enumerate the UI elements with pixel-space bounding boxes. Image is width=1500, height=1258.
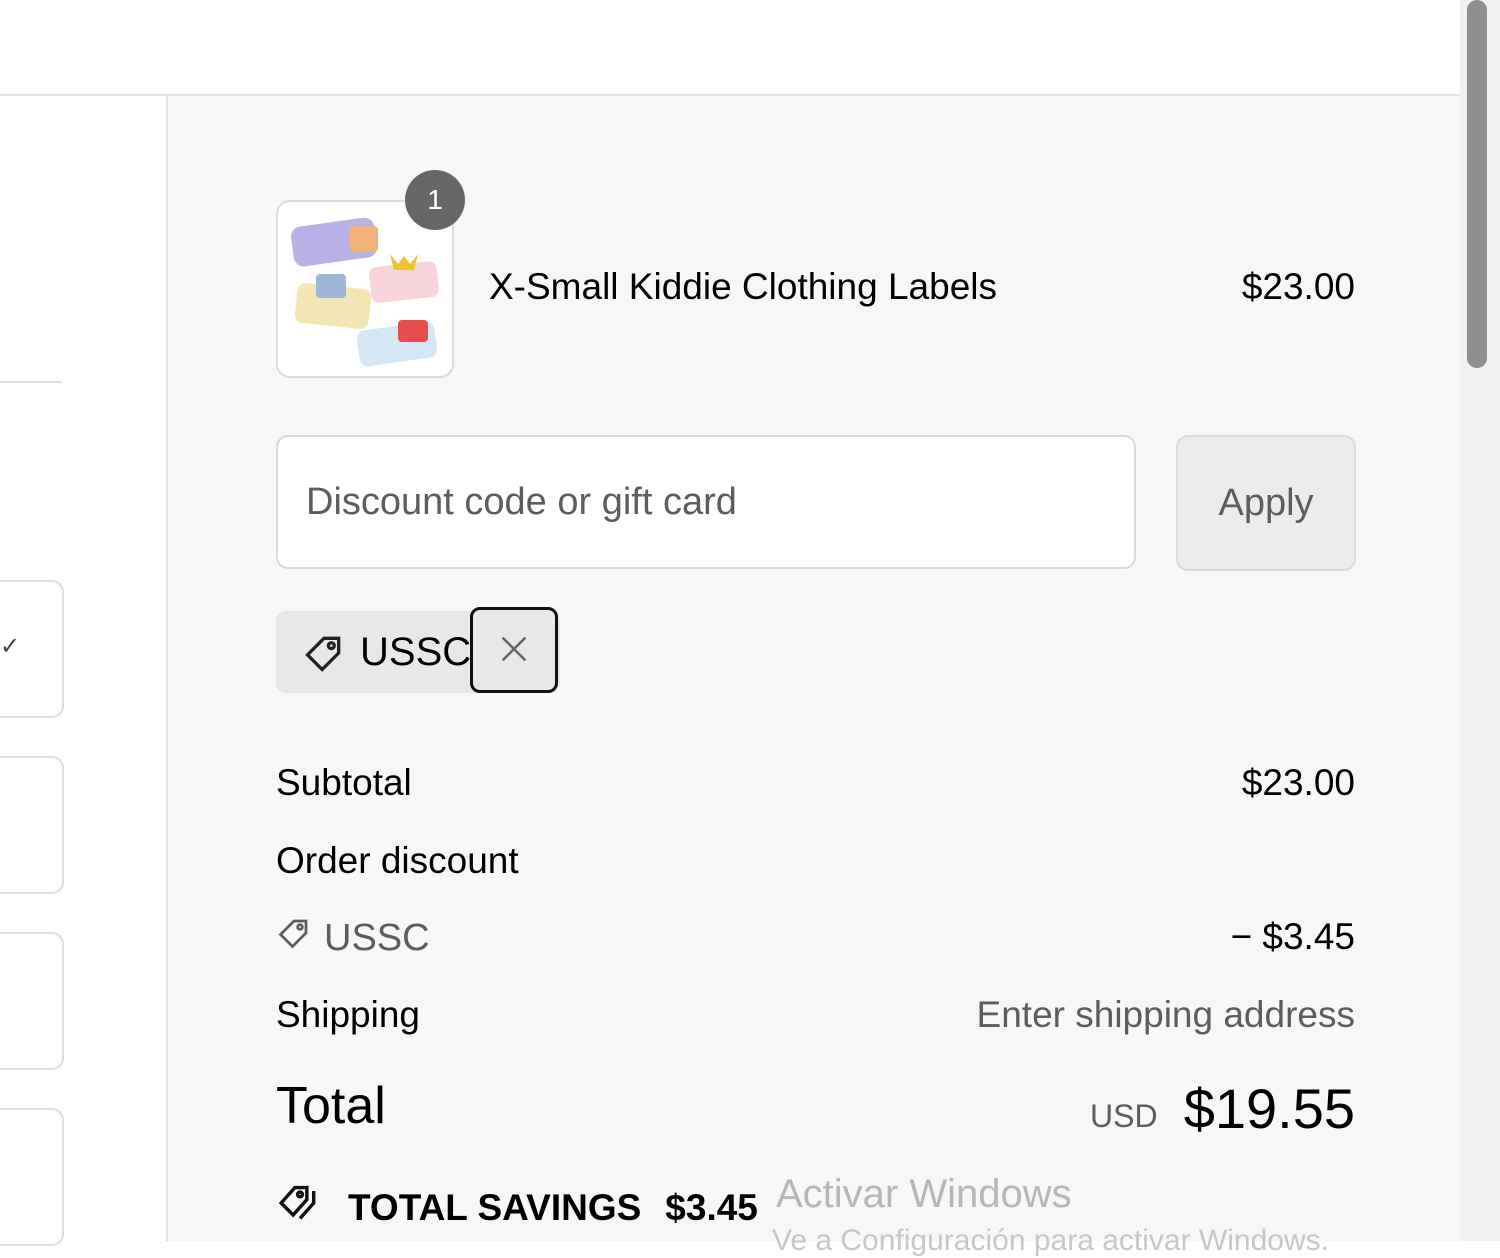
order-discount-code-label: USSC [324, 916, 430, 959]
applied-code-label: USSC [360, 630, 470, 674]
chevron-down-icon: ✓ [0, 633, 21, 660]
left-form-pane: ✓ [0, 96, 168, 1246]
total-savings-label: TOTAL SAVINGS [348, 1186, 642, 1228]
form-field-4[interactable] [0, 1108, 64, 1246]
quantity-badge: 1 [405, 170, 465, 230]
total-savings: TOTAL SAVINGS $3.45 [276, 1182, 758, 1233]
left-divider [0, 381, 62, 383]
order-discount-code: USSC [276, 915, 430, 961]
total-label: Total [276, 1077, 386, 1135]
top-bar [0, 0, 1460, 96]
subtotal-label: Subtotal [276, 762, 412, 803]
order-discount-value: − $3.45 [1230, 916, 1355, 957]
close-icon [497, 632, 531, 669]
order-discount-label: Order discount [276, 840, 519, 881]
scrollbar-thumb[interactable] [1467, 0, 1487, 368]
product-name: X-Small Kiddie Clothing Labels [489, 266, 997, 307]
applied-discount-chip: USSC [276, 607, 560, 693]
total-savings-value: $3.45 [665, 1186, 758, 1228]
windows-activation-title: Activar Windows [776, 1172, 1072, 1216]
windows-activation-subtitle: Ve a Configuración para activar Windows. [772, 1224, 1329, 1257]
subtotal-value: $23.00 [1241, 762, 1355, 803]
discount-code-input[interactable] [276, 435, 1136, 569]
shipping-value: Enter shipping address [976, 994, 1355, 1035]
shipping-label: Shipping [276, 994, 421, 1035]
tags-icon [276, 1182, 324, 1233]
tag-icon [276, 915, 312, 961]
apply-button[interactable]: Apply [1176, 435, 1356, 571]
tag-icon [302, 631, 346, 680]
remove-discount-button[interactable] [470, 607, 558, 693]
product-price: $23.00 [1241, 266, 1355, 307]
form-field-3[interactable] [0, 932, 64, 1070]
form-field-2[interactable] [0, 756, 64, 894]
total-amount: $19.55 [1183, 1077, 1355, 1140]
currency-code: USD [1090, 1098, 1158, 1134]
